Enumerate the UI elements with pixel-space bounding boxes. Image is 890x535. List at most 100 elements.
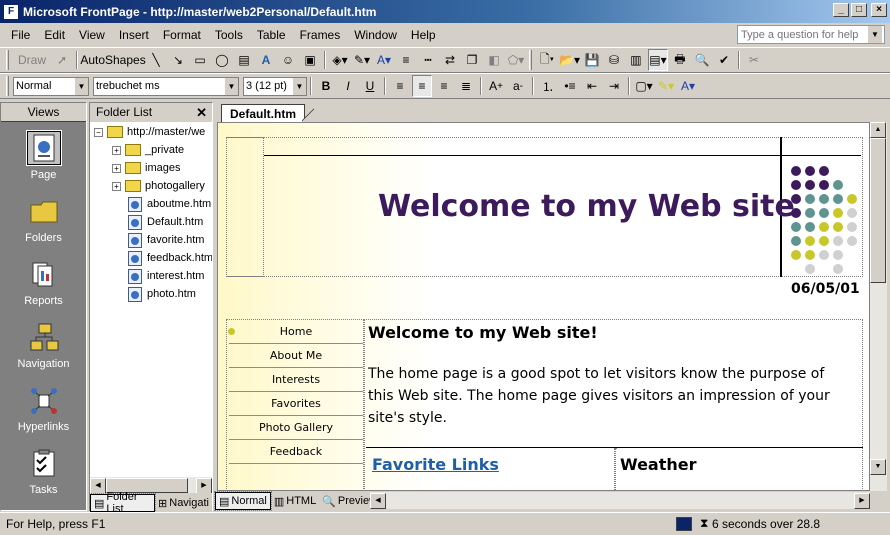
editor-vertical-scrollbar[interactable]: ▲ ▼ [870,122,887,491]
tab-default-htm[interactable]: Default.htm [221,104,314,124]
scroll-right-icon[interactable]: ▶ [854,492,870,509]
underline-button[interactable]: U [360,75,380,97]
ask-question-input[interactable] [738,28,868,41]
tree-file[interactable]: aboutme.htm [128,195,211,213]
minimize-button[interactable]: _ [833,3,849,17]
chevron-down-icon[interactable]: ▼ [292,77,306,95]
menu-file[interactable]: File [4,28,37,42]
tree-folder[interactable]: + photogallery [112,177,205,195]
tab-folder-list[interactable]: ▤ Folder List [88,491,157,515]
tab-normal[interactable]: ▤ Normal [214,491,272,511]
tree-file[interactable]: feedback.htm [128,249,212,267]
align-right-icon[interactable]: ≡ [434,75,454,97]
print-icon[interactable]: 🖶 [670,49,690,71]
publish-icon[interactable]: ⛁ [604,49,624,71]
view-hyperlinks[interactable]: Hyperlinks [1,374,86,437]
ask-question-box[interactable]: ▼ [737,25,885,44]
frontpage-app-icon[interactable]: F [3,3,19,20]
font-select[interactable]: trebuchet ms ▼ [93,76,239,96]
menu-insert[interactable]: Insert [112,28,156,42]
view-tasks[interactable]: Tasks [1,437,86,500]
scroll-up-icon[interactable]: ▲ [870,122,886,138]
textbox-icon[interactable]: ▤ [234,49,254,71]
cut-icon[interactable]: ✂ [744,49,764,71]
open-icon[interactable]: 📂▾ [559,49,580,71]
tree-folder[interactable]: + _private [112,141,184,159]
font-color-icon[interactable]: A▾ [678,75,698,97]
nav-link-photo-gallery[interactable]: Photo Gallery [229,417,363,440]
3d-icon[interactable]: ◧ [484,49,504,71]
view-navigation[interactable]: Navigation [1,311,86,374]
italic-button[interactable]: I [338,75,358,97]
increase-font-icon[interactable]: A + [486,75,506,97]
menu-help[interactable]: Help [404,28,443,42]
document-canvas[interactable]: Welcome to my Web site 06/05/01 Home Abo… [217,122,870,491]
decrease-font-icon[interactable]: a- [508,75,528,97]
line-color-icon[interactable]: ✎▾ [352,49,372,71]
rectangle-icon[interactable]: ▭ [190,49,210,71]
tree-file[interactable]: Default.htm [128,213,203,231]
scroll-left-icon[interactable]: ◀ [90,477,106,494]
scroll-down-icon[interactable]: ▼ [870,459,886,475]
fill-color-icon[interactable]: ◈▾ [330,49,350,71]
draw-button[interactable]: Draw [14,49,50,71]
nav-link-feedback[interactable]: Feedback [229,441,363,464]
highlight-icon[interactable]: ✎▾ [656,75,676,97]
menu-frames[interactable]: Frames [293,28,348,42]
dash-style-icon[interactable]: ┅ [418,49,438,71]
line-style-icon[interactable]: ≡ [396,49,416,71]
tree-file[interactable]: favorite.htm [128,231,204,249]
increase-indent-icon[interactable]: ⇥ [604,75,624,97]
borders-icon[interactable]: ▢▾ [634,75,654,97]
save-icon[interactable]: 💾 [582,49,602,71]
editor-horizontal-scrollbar[interactable]: ◀ ▶ [370,492,870,509]
chevron-down-icon[interactable]: ▼ [868,26,882,43]
menu-view[interactable]: View [72,28,112,42]
spelling-icon[interactable]: ✔ [714,49,734,71]
align-center-icon[interactable]: ≡ [412,75,432,97]
menu-format[interactable]: Format [156,28,208,42]
toolbar-grip[interactable] [6,76,9,96]
chevron-down-icon[interactable]: ▼ [224,77,238,95]
font-color-icon[interactable]: A▾ [374,49,394,71]
collapse-icon[interactable]: − [94,127,103,137]
expand-icon[interactable]: + [112,163,121,173]
nav-link-about-me[interactable]: About Me [229,345,363,368]
toolbar-grip[interactable] [529,50,532,70]
folder-list-toggle-icon[interactable]: ▤▾ [647,49,668,71]
arrow-style-icon[interactable]: ⇄ [440,49,460,71]
scroll-right-icon[interactable]: ▶ [196,477,212,494]
wordart-icon[interactable]: A [256,49,276,71]
bullets-icon[interactable]: •≡ [560,75,580,97]
chevron-down-icon[interactable]: ▼ [74,77,88,95]
close-button[interactable]: × [871,3,887,17]
expand-icon[interactable]: + [112,145,121,155]
maximize-button[interactable]: □ [851,3,867,17]
view-reports[interactable]: Reports [1,248,86,311]
favorite-links-link[interactable]: Favorite Links [372,455,499,474]
nav-link-interests[interactable]: Interests [229,369,363,392]
tree-file[interactable]: interest.htm [128,267,204,285]
nav-link-favorites[interactable]: Favorites [229,393,363,416]
bold-button[interactable]: B [316,75,336,97]
decrease-indent-icon[interactable]: ⇤ [582,75,602,97]
oval-icon[interactable]: ◯ [212,49,232,71]
new-page-icon[interactable]: 🗋▾ [537,49,557,71]
menu-window[interactable]: Window [347,28,404,42]
font-size-select[interactable]: 3 (12 pt) ▼ [243,76,307,96]
scroll-left-icon[interactable]: ◀ [370,492,386,509]
style-select[interactable]: Normal ▼ [13,76,89,96]
menu-table[interactable]: Table [250,28,293,42]
tree-root[interactable]: − http://master/we [94,123,205,141]
clipart-icon[interactable]: ☺ [278,49,298,71]
line-icon[interactable]: ╲ [146,49,166,71]
preview-browser-icon[interactable]: 🔍 [692,49,712,71]
nav-link-home[interactable]: Home [229,321,363,344]
menu-tools[interactable]: Tools [208,28,250,42]
tab-navigation[interactable]: ⊞ Navigati [155,494,212,512]
freeform-icon[interactable]: ⬠▾ [506,49,526,71]
toolbar-grip[interactable] [6,50,9,70]
picture-icon[interactable]: ▣ [300,49,320,71]
menu-edit[interactable]: Edit [37,28,72,42]
select-arrow-icon[interactable]: ➚ [52,49,72,71]
